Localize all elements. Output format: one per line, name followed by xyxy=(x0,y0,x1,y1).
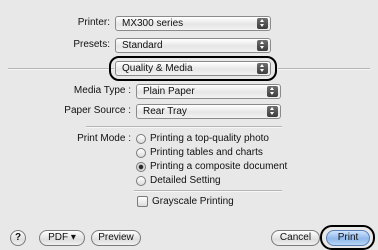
separator xyxy=(134,190,282,192)
radio-button[interactable] xyxy=(136,134,146,144)
presets-popup[interactable]: Standard xyxy=(115,38,271,53)
grayscale-checkbox[interactable] xyxy=(137,196,148,207)
media-type-label: Media Type : xyxy=(73,85,131,96)
presets-value: Standard xyxy=(122,40,163,51)
radio-button[interactable] xyxy=(136,176,146,186)
radio-label: Detailed Setting xyxy=(150,175,221,186)
printer-label: Printer: xyxy=(77,17,110,28)
paper-source-value: Rear Tray xyxy=(143,106,187,117)
paper-source-label: Paper Source : xyxy=(64,105,131,116)
radio-label: Printing a top-quality photo xyxy=(150,133,269,144)
popup-arrows-icon xyxy=(257,18,268,29)
help-button[interactable]: ? xyxy=(10,230,26,246)
preview-button[interactable]: Preview xyxy=(91,230,141,246)
print-highlight-ring xyxy=(320,225,375,250)
presets-label: Presets: xyxy=(73,39,110,50)
popup-arrows-icon xyxy=(267,86,278,97)
printer-value: MX300 series xyxy=(122,18,184,29)
printer-popup[interactable]: MX300 series xyxy=(115,16,271,31)
grayscale-label: Grayscale Printing xyxy=(152,196,234,207)
separator xyxy=(86,126,282,128)
popup-arrows-icon xyxy=(257,40,268,51)
radio-button[interactable] xyxy=(136,162,146,172)
radio-label: Printing tables and charts xyxy=(150,147,263,158)
pdf-menu-button[interactable]: PDF ▾ xyxy=(39,230,85,246)
radio-button[interactable] xyxy=(136,148,146,158)
media-type-popup[interactable]: Plain Paper xyxy=(136,84,281,99)
media-type-value: Plain Paper xyxy=(143,86,195,97)
panel-highlight-ring xyxy=(109,56,277,81)
popup-arrows-icon xyxy=(267,106,278,117)
print-mode-label: Print Mode : xyxy=(77,133,131,144)
separator xyxy=(278,68,370,70)
radio-label: Printing a composite document xyxy=(150,161,288,172)
separator xyxy=(8,68,114,70)
paper-source-popup[interactable]: Rear Tray xyxy=(136,104,281,119)
cancel-button[interactable]: Cancel xyxy=(271,230,320,246)
